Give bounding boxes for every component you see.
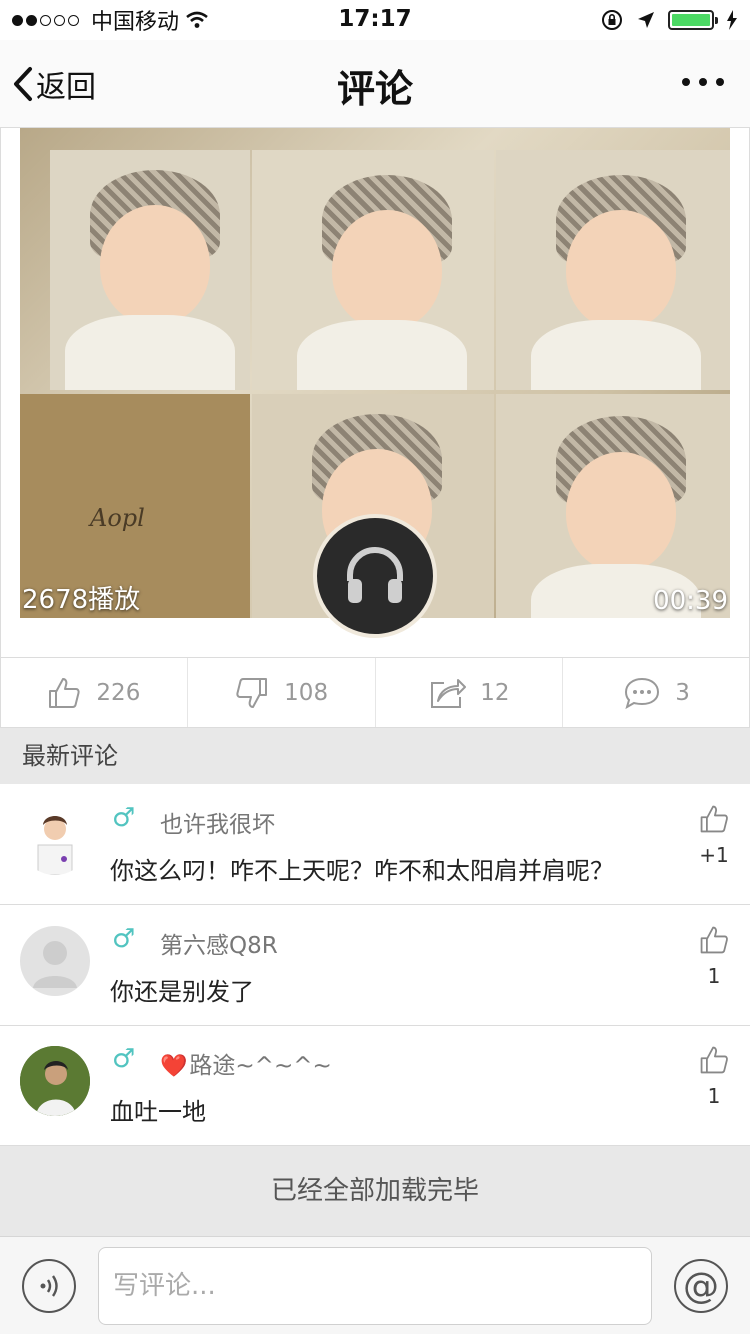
heart-icon: ❤️ <box>160 1054 188 1079</box>
male-icon: ♂ <box>112 924 136 954</box>
battery-icon <box>668 10 718 30</box>
male-icon: ♂ <box>112 1044 136 1074</box>
comment-count: 3 <box>675 679 690 706</box>
headphones-button[interactable] <box>313 514 437 638</box>
comment-username[interactable]: ❤️路途~^~^~ <box>160 1046 332 1080</box>
video-watermark: Aopl <box>90 504 145 532</box>
all-loaded-label: 已经全部加载完毕 <box>0 1146 750 1236</box>
dislike-button[interactable]: 108 <box>188 658 376 727</box>
avatar[interactable] <box>20 805 90 875</box>
comment-username[interactable]: 也许我很坏 <box>160 805 275 839</box>
comment-like-button[interactable]: 1 <box>696 1044 732 1108</box>
avatar[interactable] <box>20 1046 90 1116</box>
share-button[interactable]: 12 <box>376 658 564 727</box>
share-icon <box>431 678 467 708</box>
thumbs-up-icon <box>700 926 728 954</box>
video-duration: 00:39 <box>653 586 728 616</box>
thumbs-up-icon <box>700 1046 728 1074</box>
play-count: 2678播放 <box>22 585 141 615</box>
male-icon: ♂ <box>112 803 136 833</box>
headphones-icon <box>347 547 403 603</box>
comment-like-button[interactable]: 1 <box>696 924 732 988</box>
comment-text: 血吐一地 <box>110 1098 206 1126</box>
collage-tile <box>496 150 730 390</box>
comment-button[interactable]: 3 <box>563 658 750 727</box>
comment-like-count: +1 <box>699 843 729 867</box>
status-right <box>600 8 738 32</box>
rotation-lock-icon <box>602 10 622 30</box>
photo-avatar-icon <box>20 1046 90 1116</box>
comment-input-bar: @ <box>0 1236 750 1334</box>
location-arrow-icon <box>638 12 654 28</box>
comment-input[interactable] <box>98 1247 652 1325</box>
comment-like-count: 1 <box>707 1084 721 1108</box>
avatar[interactable] <box>20 926 90 996</box>
comment-item: ♂ 第六感Q8R 你还是别发了 1 <box>0 906 750 1026</box>
thumbs-up-icon <box>49 677 81 708</box>
collage-tile <box>496 394 730 618</box>
comment-like-button[interactable]: +1 <box>696 803 732 867</box>
comment-item: ♂ 也许我很坏 你这么叼！咋不上天呢？咋不和太阳肩并肩呢？ +1 <box>0 785 750 905</box>
voice-icon <box>40 1275 58 1297</box>
navigation-bar: 返回 评论 <box>0 40 750 128</box>
thumbs-down-icon <box>236 677 268 708</box>
comment-username[interactable]: 第六感Q8R <box>160 926 278 960</box>
comment-text: 你这么叼！咋不上天呢？咋不和太阳肩并肩呢？ <box>110 857 614 885</box>
more-dots-icon[interactable] <box>682 78 724 86</box>
share-count: 12 <box>480 679 510 706</box>
collage-tile <box>252 150 494 390</box>
username-text: 路途~^~^~ <box>189 1053 332 1079</box>
at-sign-icon[interactable]: @ <box>674 1259 728 1313</box>
comment-bubble-icon <box>625 677 660 709</box>
comment-text: 你还是别发了 <box>110 978 254 1006</box>
page-title: 评论 <box>336 67 413 111</box>
doctor-avatar-icon <box>37 816 73 875</box>
default-avatar-icon <box>33 941 77 988</box>
collage-tile <box>50 150 250 390</box>
comment-like-count: 1 <box>707 964 721 988</box>
thumbs-up-icon <box>700 805 728 833</box>
comment-item: ♂ ❤️路途~^~^~ 血吐一地 1 <box>0 1026 750 1146</box>
like-button[interactable]: 226 <box>0 658 188 727</box>
charging-bolt-icon <box>727 10 737 30</box>
voice-button[interactable] <box>22 1259 76 1313</box>
status-bar: 中国移动 17:17 <box>0 0 750 40</box>
like-count: 226 <box>96 679 141 706</box>
dislike-count: 108 <box>284 679 329 706</box>
action-bar: 226 108 12 3 <box>0 658 750 728</box>
section-title: 最新评论 <box>0 728 750 784</box>
